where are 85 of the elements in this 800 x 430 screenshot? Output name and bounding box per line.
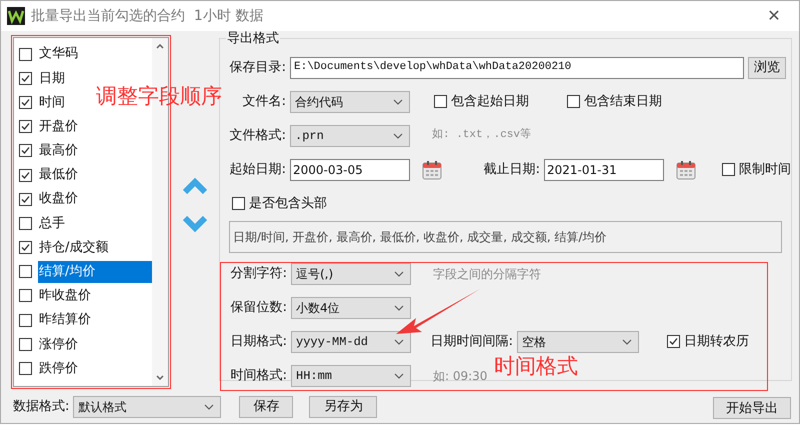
app-logo-icon [7,7,25,25]
scroll-up-icon[interactable] [156,44,164,49]
field-label: 保存目录: [228,58,286,77]
button[interactable]: 另存为 [309,396,378,418]
dropdown[interactable]: 合约代码 [290,90,410,112]
dropdown[interactable]: 小数4位 [291,296,411,318]
checkbox-label: 日期转农历 [684,332,749,351]
dropdown[interactable]: 逗号(,) [291,262,411,284]
checkbox[interactable] [19,265,32,278]
dropdown[interactable]: 默认格式 [73,396,222,418]
close-button[interactable]: ✕ [759,4,789,28]
checkbox[interactable] [19,216,32,230]
list-item[interactable]: 日期 [38,67,65,90]
window-title: 批量导出当前勾选的合约 1小时 数据 [31,6,264,26]
date-field[interactable]: 2000-03-05 [290,158,410,180]
path-field[interactable]: E:\Documents\develop\whData\whData20200210 [290,56,744,78]
list-item[interactable]: 持仓/成交额 [38,236,108,259]
list-item[interactable]: 总手 [38,212,65,234]
checkbox[interactable] [19,48,32,61]
field-label: 分割字符: [230,264,287,283]
list-item[interactable]: 涨停价 [38,333,78,356]
list-item[interactable]: 开盘价 [38,116,78,138]
field-label: 时间格式: [230,366,287,385]
hint-text: 如: .txt，.csv等 [432,127,532,144]
chevron-down-icon [204,404,214,410]
field-label: 数据格式: [13,398,70,416]
chevron-down-icon [393,132,403,138]
checkbox-label: 是否包含头部 [249,194,327,213]
dropdown[interactable]: HH:mm [291,364,411,386]
checkbox[interactable] [722,163,735,176]
dropdown[interactable]: 空格 [517,330,639,352]
dropdown[interactable]: yyyy-MM-dd [291,330,411,352]
checkbox[interactable] [19,314,32,327]
checkbox[interactable] [19,241,32,254]
list-item[interactable]: 最低价 [38,164,78,186]
checkbox[interactable] [19,120,32,134]
hint-text: 如: 09:30 [433,368,488,384]
list-item[interactable]: 文华码 [38,43,78,66]
calendar-icon[interactable] [422,160,442,180]
checkbox[interactable] [19,338,32,351]
field-order-preview: 日期/时间, 开盘价, 最高价, 最低价, 收盘价, 成交量, 成交额, 结算/均价 [229,220,782,252]
checkbox-label: 限制时间 [739,160,791,179]
calendar-icon[interactable] [676,160,696,180]
checkbox[interactable] [667,335,680,348]
checkbox[interactable] [19,144,32,158]
button[interactable]: 保存 [239,396,294,418]
checkbox[interactable] [19,362,32,376]
checkbox[interactable] [19,72,32,85]
checkbox-label: 包含结束日期 [584,92,662,111]
checkbox[interactable] [232,197,245,210]
button[interactable]: 开始导出 [713,397,791,420]
field-label: 日期时间间隔: [430,332,513,351]
checkbox[interactable] [19,168,32,182]
checkbox-label: 包含起始日期 [451,92,529,111]
list-item[interactable]: 最高价 [38,140,78,162]
list-item[interactable]: 昨收盘价 [38,284,91,307]
field-label: 起始日期: [228,160,286,179]
group-title: 导出格式 [226,30,280,48]
list-item[interactable]: 收盘价 [38,188,78,210]
date-field[interactable]: 2021-01-31 [544,158,664,180]
checkbox[interactable] [19,192,32,206]
list-item[interactable]: 跌停价 [38,358,78,380]
list-item[interactable]: 结算/均价 [38,260,152,283]
chevron-down-icon [622,338,632,344]
checkbox[interactable] [567,95,580,108]
annotation-text: 时间格式 [494,354,578,378]
list-item[interactable]: 昨结算价 [38,309,91,332]
checkbox[interactable] [19,289,32,302]
chevron-down-icon [394,372,404,378]
chevron-down-icon [393,98,403,104]
chevron-down-icon [394,270,404,276]
field-label: 文件名: [242,92,286,111]
checkbox[interactable] [19,96,32,109]
hint-text: 字段之间的分隔字符 [433,266,541,282]
field-label: 截止日期: [482,160,540,179]
field-label: 日期格式: [230,332,287,351]
list-item[interactable]: 时间 [38,91,65,114]
button[interactable]: 浏览 [748,56,786,78]
chevron-down-icon [394,338,404,344]
checkbox[interactable] [434,95,447,108]
chevron-down-icon [394,304,404,310]
scroll-down-icon[interactable] [156,375,164,380]
field-label: 保留位数: [230,298,287,317]
field-label: 文件格式: [228,126,286,145]
dropdown[interactable]: .prn [290,124,410,146]
